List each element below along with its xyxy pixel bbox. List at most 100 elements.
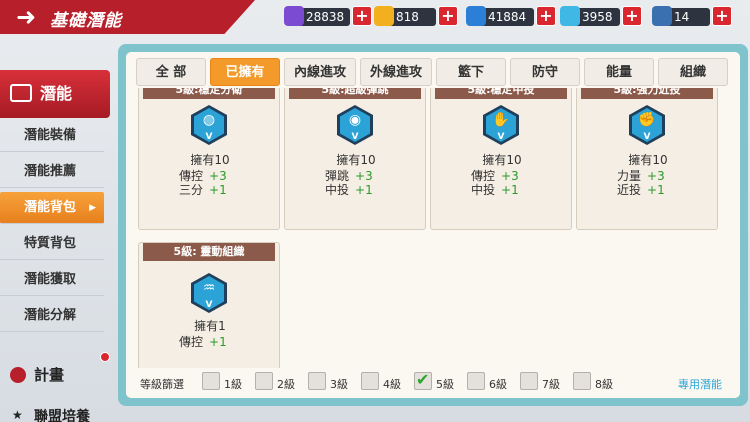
- sidebar-head[interactable]: 潛能: [0, 70, 110, 118]
- sidebar-item-1[interactable]: 潛能推薦: [0, 156, 104, 188]
- star-icon: ★: [12, 408, 23, 422]
- resource-value: 3958: [582, 10, 613, 24]
- panel-inner: 全 部已擁有 內線進攻 外線進攻 籃下 防守 能量 組織 5級:穩定分衛 ◍ V 擁有10 傳控 +3…: [126, 52, 740, 398]
- level-checkbox[interactable]: [202, 372, 220, 390]
- resource-blue-orb: 41884 +: [466, 6, 556, 26]
- sidebar-item-3[interactable]: 特質背包: [0, 228, 104, 260]
- sidebar-item-5[interactable]: 潛能分解: [0, 300, 104, 332]
- add-resource-button[interactable]: +: [712, 6, 732, 26]
- owned-count: 擁有1: [194, 319, 226, 333]
- stat-name: 近投: [617, 183, 642, 197]
- owned-count: 擁有10: [336, 153, 376, 167]
- title-banner: ➜ 基礎潛能: [0, 0, 255, 34]
- stat-line: 三分 +1: [179, 181, 227, 198]
- level-checkbox[interactable]: [361, 372, 379, 390]
- sidebar-plan[interactable]: 計畫: [0, 358, 112, 392]
- level-label: 7級: [542, 378, 560, 391]
- orchestrate-icon: ♒ V: [191, 273, 227, 313]
- tab-7[interactable]: 組織: [658, 58, 728, 86]
- resource-card: 14 +: [652, 6, 732, 26]
- sidebar-item-0[interactable]: 潛能裝備: [0, 120, 104, 152]
- purple-gem-icon: [284, 6, 304, 26]
- stat-line: 傳控 +1: [179, 333, 227, 350]
- add-resource-button[interactable]: +: [352, 6, 372, 26]
- level-label: 5級: [436, 378, 454, 391]
- potential-icon: [10, 84, 32, 102]
- stat-line: 中投 +1: [325, 181, 373, 198]
- tab-1[interactable]: 已擁有: [210, 58, 280, 86]
- card-title: 5級:穩定分衛: [143, 88, 275, 99]
- sidebar-league[interactable]: ★ 聯盟培養: [0, 406, 112, 422]
- stat-line: 近投 +1: [617, 181, 665, 198]
- add-resource-button[interactable]: +: [536, 6, 556, 26]
- potential-card[interactable]: 5級:強力近投 ✊ V 擁有10 力量 +3 近投 +1: [576, 88, 718, 230]
- gold-coin-icon: [374, 6, 394, 26]
- level-label: 3級: [330, 378, 348, 391]
- tab-4[interactable]: 籃下: [436, 58, 506, 86]
- blue-orb-icon: [466, 6, 486, 26]
- stat-name: 傳控: [179, 335, 204, 349]
- stat-name: 三分: [179, 183, 204, 197]
- level-checkbox[interactable]: [255, 372, 273, 390]
- level-label: 2級: [277, 378, 295, 391]
- stat-value: +1: [209, 335, 227, 349]
- tab-5[interactable]: 防守: [510, 58, 580, 86]
- tab-0[interactable]: 全 部: [136, 58, 206, 86]
- card-title: 5級:穩定中投: [435, 88, 567, 99]
- potential-card[interactable]: 5級:穩定分衛 ◍ V 擁有10 傳控 +3 三分 +1: [138, 88, 280, 230]
- tab-3[interactable]: 外線進攻: [360, 58, 432, 86]
- sidebar: 潛能 潛能裝備潛能推薦潛能背包特質背包潛能獲取潛能分解 計畫 ★ 聯盟培養: [0, 66, 112, 422]
- potential-card[interactable]: 5級:超級彈跳 ◉ V 擁有10 彈跳 +3 中投 +1: [284, 88, 426, 230]
- basketball-icon: ◍ V: [191, 105, 227, 145]
- main-panel: 全 部已擁有 內線進攻 外線進攻 籃下 防守 能量 組織 5級:穩定分衛 ◍ V 擁有10 傳控 +3…: [118, 44, 748, 406]
- card-title: 5級:超級彈跳: [289, 88, 421, 99]
- tab-6[interactable]: 能量: [584, 58, 654, 86]
- level-checkbox[interactable]: [573, 372, 591, 390]
- potential-card[interactable]: 5級:穩定中投 ✋ V 擁有10 傳控 +3 中投 +1: [430, 88, 572, 230]
- diamond-icon: [560, 6, 580, 26]
- stat-line: 中投 +1: [471, 181, 519, 198]
- potential-grid: 5級:穩定分衛 ◍ V 擁有10 傳控 +3 三分 +1 5級:超級彈跳 ◉ V 擁有10 彈跳 +3 中投…: [138, 88, 730, 368]
- stat-value: +1: [355, 183, 373, 197]
- sidebar-head-label: 潛能: [40, 84, 73, 103]
- resource-value: 14: [674, 10, 690, 24]
- level-checkbox[interactable]: [467, 372, 485, 390]
- level-label: 8級: [595, 378, 613, 391]
- owned-count: 擁有10: [482, 153, 522, 167]
- level-label: 6級: [489, 378, 507, 391]
- level-checkbox[interactable]: [308, 372, 326, 390]
- jump-ball-icon: ◉ V: [337, 105, 373, 145]
- stat-value: +1: [647, 183, 665, 197]
- card-title: 5級: 靈動組織: [143, 243, 275, 261]
- level-checkbox[interactable]: [414, 370, 432, 390]
- back-arrow-icon[interactable]: ➜: [10, 4, 42, 30]
- resource-value: 818: [396, 10, 419, 24]
- resource-value: 28838: [306, 10, 345, 24]
- add-resource-button[interactable]: +: [622, 6, 642, 26]
- level-filter-bar: 等級篩選 專用潛能 1級 2級 3級 4級 5級 6級 7級 8級: [136, 370, 732, 394]
- sidebar-plan-label: 計畫: [34, 366, 65, 384]
- owned-count: 擁有10: [190, 153, 230, 167]
- resource-value: 41884: [488, 10, 527, 24]
- sidebar-item-2[interactable]: 潛能背包: [0, 192, 104, 224]
- card-title: 5級:強力近投: [581, 88, 713, 99]
- level-checkbox[interactable]: [520, 372, 538, 390]
- filter-label: 等級篩選: [140, 378, 184, 391]
- shooting-hand-icon: ✋ V: [483, 105, 519, 145]
- tab-2[interactable]: 內線進攻: [284, 58, 356, 86]
- sidebar-item-4[interactable]: 潛能獲取: [0, 264, 104, 296]
- sidebar-league-label: 聯盟培養: [34, 409, 90, 422]
- resource-purple-gem: 28838 +: [284, 6, 372, 26]
- resource-gold-coin: 818 +: [374, 6, 458, 26]
- exclusive-potential-link[interactable]: 專用潛能: [678, 376, 722, 392]
- potential-card[interactable]: 5級: 靈動組織 ♒ V 擁有1 傳控 +1: [138, 242, 280, 368]
- add-resource-button[interactable]: +: [438, 6, 458, 26]
- owned-count: 擁有10: [628, 153, 668, 167]
- fist-icon: ✊ V: [629, 105, 665, 145]
- stat-value: +1: [501, 183, 519, 197]
- page-title: 基礎潛能: [50, 11, 122, 31]
- stat-name: 中投: [471, 183, 496, 197]
- level-label: 4級: [383, 378, 401, 391]
- plan-icon: [10, 367, 26, 383]
- stat-name: 中投: [325, 183, 350, 197]
